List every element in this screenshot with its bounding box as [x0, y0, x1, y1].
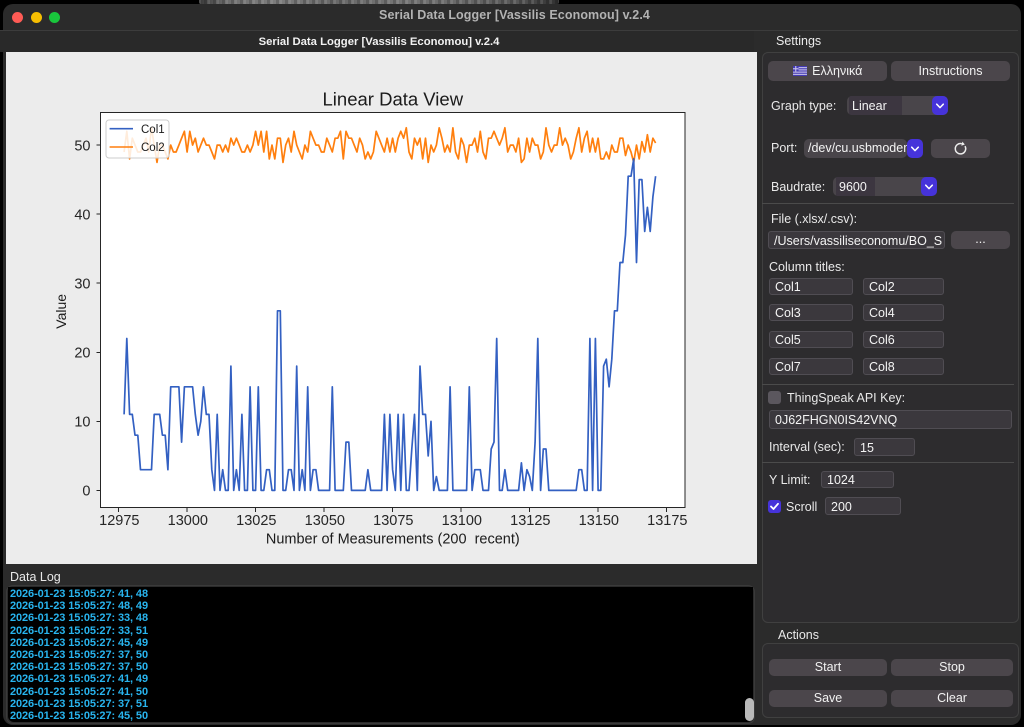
svg-text:13075: 13075 — [373, 513, 413, 529]
svg-text:13150: 13150 — [579, 513, 619, 529]
svg-text:13100: 13100 — [442, 513, 482, 529]
svg-text:13000: 13000 — [168, 513, 208, 529]
svg-text:Col1: Col1 — [141, 124, 165, 136]
svg-text:13025: 13025 — [236, 513, 276, 529]
svg-text:13050: 13050 — [305, 513, 345, 529]
svg-text:30: 30 — [74, 277, 90, 293]
svg-text:Linear Data View: Linear Data View — [323, 89, 464, 110]
svg-text:10: 10 — [74, 415, 90, 431]
svg-text:13125: 13125 — [510, 513, 550, 529]
svg-text:20: 20 — [74, 346, 90, 362]
svg-text:12975: 12975 — [99, 513, 139, 529]
svg-text:50: 50 — [74, 138, 90, 154]
svg-text:Col2: Col2 — [141, 142, 165, 154]
svg-text:Value: Value — [53, 294, 69, 329]
svg-text:Number of Measurements (200 r: Number of Measurements (200 recent) — [266, 531, 520, 547]
svg-text:13175: 13175 — [647, 513, 687, 529]
svg-text:40: 40 — [74, 208, 90, 224]
svg-text:0: 0 — [82, 484, 90, 500]
